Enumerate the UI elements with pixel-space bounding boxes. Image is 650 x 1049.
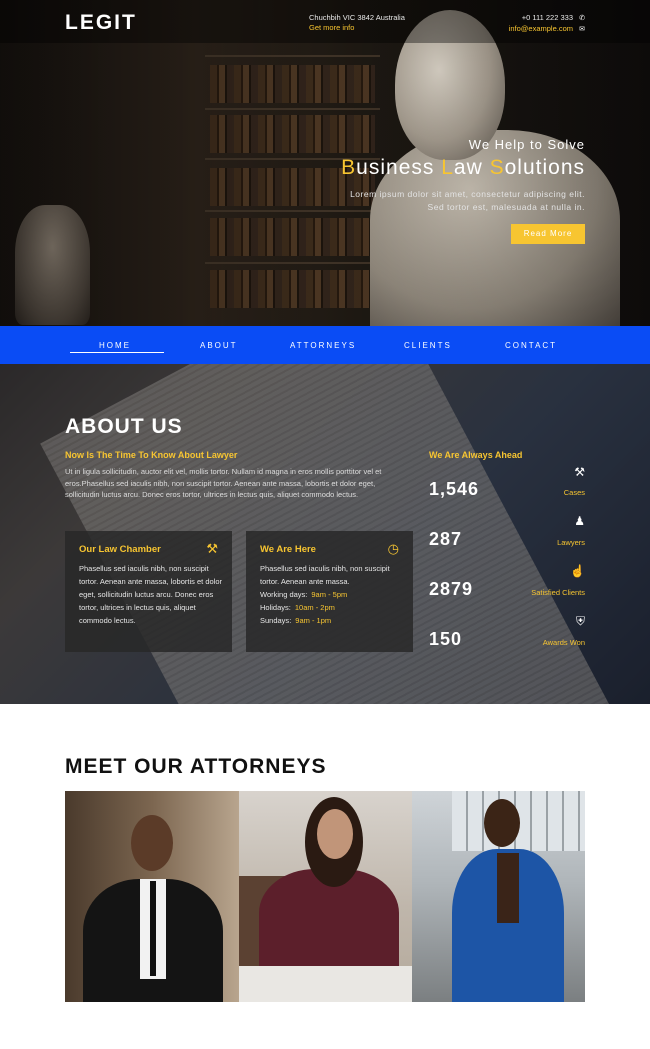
card-text: Phasellus sed iaculis nibh, non suscipit… — [79, 564, 223, 625]
attorney-face — [317, 809, 353, 859]
nav-attorneys[interactable]: ATTORNEYS — [290, 341, 356, 350]
attorney-face — [131, 815, 173, 871]
hero-text: We Help to Solve Business Law Solutions … — [341, 137, 585, 244]
hero-description: Lorem ipsum dolor sit amet, consectetur … — [350, 189, 585, 212]
stat-awards-label: Awards Won — [542, 638, 585, 647]
stat-cases-value: 1,546 — [429, 479, 480, 499]
mail-icon: ✉ — [579, 26, 585, 33]
nav-clients[interactable]: CLIENTS — [404, 341, 452, 350]
thumbs-up-icon: ☝ — [570, 564, 585, 578]
stat-lawyers-value: 287 — [429, 529, 463, 549]
card-title: Our Law Chamber — [79, 544, 161, 555]
more-info-link[interactable]: Get more info — [309, 23, 405, 33]
hero-subtitle: We Help to Solve — [468, 137, 585, 152]
hero-title: Business Law Solutions — [341, 156, 585, 179]
stat-cases-label: Cases — [563, 488, 585, 497]
nav-about[interactable]: ABOUT — [200, 341, 238, 350]
hero-section: LEGIT Chuchbih VIC 3842 Australia Get mo… — [0, 0, 650, 326]
stat-lawyers-label: Lawyers — [557, 538, 585, 547]
attorney-photo[interactable] — [412, 791, 585, 1002]
attorney-photo[interactable] — [239, 791, 412, 1002]
hours-row: Holidays: 10am - 2pm — [260, 603, 335, 612]
address-text: Chuchbih VIC 3842 Australia — [309, 13, 405, 22]
attorney-face — [484, 799, 520, 847]
about-subtitle: Now Is The Time To Know About Lawyer — [65, 450, 238, 460]
attorney-shirt — [497, 853, 519, 923]
contact-block: +0 111 222 333 ✆ info@example.com ✉ — [509, 13, 585, 35]
top-bar: LEGIT Chuchbih VIC 3842 Australia Get mo… — [0, 0, 650, 43]
stat-awards-value: 150 — [429, 629, 463, 649]
card-title: We Are Here — [260, 544, 316, 555]
attorney-tie — [150, 881, 156, 976]
nav-contact[interactable]: CONTACT — [505, 341, 557, 350]
hours-row: Sundays: 9am - 1pm — [260, 616, 332, 625]
nav-active-indicator — [70, 352, 164, 353]
phone-icon: ✆ — [579, 15, 585, 22]
law-chamber-card: Our Law Chamber ⚒ Phasellus sed iaculis … — [65, 531, 232, 652]
attorneys-title: MEET OUR ATTORNEYS — [65, 755, 327, 778]
users-icon: ♟ — [574, 514, 585, 528]
read-more-button[interactable]: Read More — [511, 224, 585, 244]
nav-home[interactable]: HOME — [99, 341, 131, 350]
main-nav: HOME ABOUT ATTORNEYS CLIENTS CONTACT — [0, 326, 650, 364]
stat-clients-value: 2879 — [429, 579, 474, 599]
email-link[interactable]: info@example.com — [509, 24, 573, 33]
gavel-icon: ⚒ — [574, 465, 585, 479]
hours-row: Working days: 9am - 5pm — [260, 590, 348, 599]
shield-icon: ⛨ — [575, 614, 585, 628]
card-text: Phasellus sed iaculis nibh, non suscipit… — [260, 562, 405, 627]
about-paragraph: Ut in ligula sollicitudin, auctor elit v… — [65, 467, 382, 499]
logo[interactable]: LEGIT — [65, 11, 137, 35]
we-are-here-card: We Are Here ◷ Phasellus sed iaculis nibh… — [246, 531, 413, 652]
clock-icon: ◷ — [387, 541, 399, 556]
attorney-photo[interactable] — [65, 791, 239, 1002]
about-title: ABOUT US — [65, 415, 183, 438]
phone-text: +0 111 222 333 — [521, 13, 573, 22]
ahead-title: We Are Always Ahead — [429, 450, 523, 460]
stat-clients-label: Satisfied Clients — [531, 588, 585, 597]
gavel-icon: ⚒ — [206, 541, 218, 556]
address-block: Chuchbih VIC 3842 Australia Get more inf… — [309, 13, 405, 33]
desk-papers — [239, 966, 412, 1002]
